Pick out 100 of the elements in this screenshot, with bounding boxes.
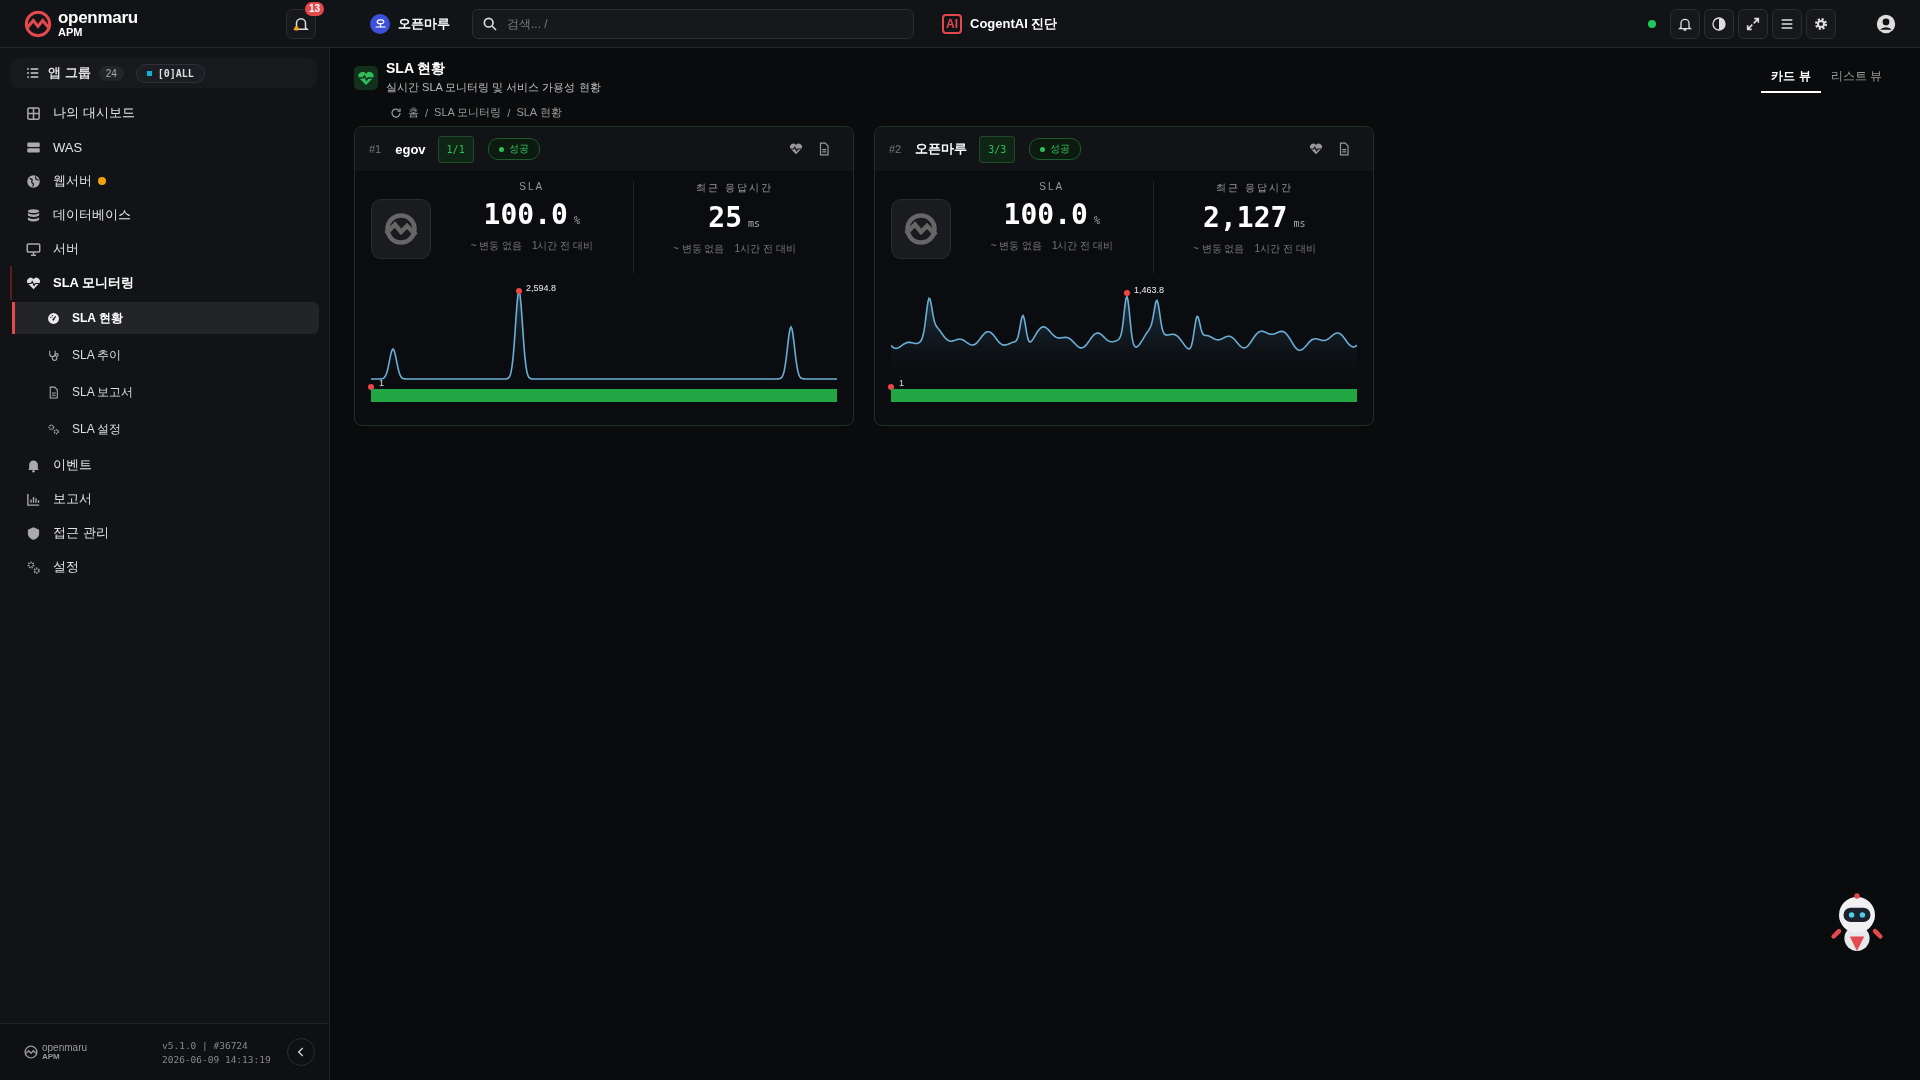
peak-marker bbox=[1124, 290, 1130, 296]
start-value: 1 bbox=[899, 378, 904, 388]
logo-name: openmaru bbox=[58, 9, 138, 26]
document-icon[interactable] bbox=[1337, 142, 1351, 156]
grid-icon bbox=[26, 105, 41, 121]
stat-compare: 1시간 전 대비 bbox=[1051, 239, 1113, 253]
breadcrumb-separator: / bbox=[425, 106, 429, 119]
breadcrumb-separator: / bbox=[507, 106, 511, 119]
app-group-count: 24 bbox=[98, 65, 124, 81]
stat-value: 100.0 bbox=[483, 198, 568, 231]
card-name: egov bbox=[395, 141, 426, 157]
workspace-avatar: 오 bbox=[370, 13, 390, 34]
logo-icon bbox=[24, 9, 52, 38]
card-name: 오픈마루 bbox=[915, 140, 968, 158]
footer-logo-name: openmaru bbox=[42, 1043, 88, 1053]
stat-change: ~ 변동 없음 bbox=[673, 242, 725, 256]
shield-icon bbox=[26, 525, 41, 541]
stat-value: 2,127 bbox=[1203, 201, 1288, 234]
page-title: SLA 현황 bbox=[386, 60, 447, 78]
document-icon[interactable] bbox=[817, 142, 831, 156]
stat-compare: 1시간 전 대비 bbox=[1254, 242, 1316, 256]
sidebar-subitem[interactable]: SLA 현황 bbox=[12, 302, 319, 334]
status-pill: 성공 bbox=[1029, 138, 1082, 160]
heart-monitor-icon bbox=[354, 65, 378, 90]
footer-logo-icon bbox=[24, 1045, 38, 1059]
breadcrumb-link[interactable]: SLA 현황 bbox=[516, 105, 562, 120]
stethoscope-icon bbox=[47, 348, 60, 362]
sidebar-subitem[interactable]: SLA 보고서 bbox=[12, 376, 319, 408]
view-tab[interactable]: 카드 뷰 bbox=[1761, 62, 1821, 93]
settings-icon bbox=[1813, 15, 1829, 32]
sidebar-item[interactable]: 설정 bbox=[10, 550, 319, 584]
stat-compare: 1시간 전 대비 bbox=[734, 242, 796, 256]
stat-value: 100.0 bbox=[1003, 198, 1088, 231]
menu-button[interactable] bbox=[1772, 8, 1802, 39]
document-icon bbox=[47, 385, 60, 399]
logo-subtitle: APM bbox=[58, 27, 84, 38]
app-group-label: 앱 그룹 bbox=[48, 64, 91, 82]
sidebar-item[interactable]: 데이터베이스 bbox=[10, 198, 319, 232]
heart-icon[interactable] bbox=[1309, 142, 1323, 156]
notifications-button[interactable] bbox=[1670, 8, 1700, 39]
workspace-name: 오픈마루 bbox=[398, 14, 450, 33]
sidebar-item[interactable]: 서버 bbox=[10, 232, 319, 266]
refresh-icon[interactable] bbox=[390, 106, 402, 119]
stat-label: SLA bbox=[1039, 181, 1065, 192]
build-timestamp: 2026-06-09 14:13:19 bbox=[162, 1053, 271, 1065]
sidebar-item[interactable]: WAS bbox=[10, 130, 319, 164]
app-logo bbox=[371, 199, 431, 259]
stat-label: 최근 응답시간 bbox=[1215, 181, 1293, 195]
peak-value: 1,463.8 bbox=[1134, 285, 1165, 295]
status-pill: 성공 bbox=[487, 138, 540, 160]
stat-unit: % bbox=[1093, 215, 1100, 226]
peak-marker bbox=[516, 288, 522, 294]
gears-icon bbox=[26, 559, 41, 575]
instance-count: 3/3 bbox=[979, 135, 1016, 163]
instance-count: 1/1 bbox=[437, 135, 474, 163]
gauge-icon bbox=[47, 311, 60, 325]
version-text: v5.1.0 | #36724 bbox=[162, 1039, 249, 1051]
contrast-icon bbox=[1711, 15, 1727, 32]
stat-change: ~ 변동 없음 bbox=[1193, 242, 1245, 256]
heart-pulse-icon bbox=[26, 275, 41, 291]
stat-change: ~ 변동 없음 bbox=[990, 239, 1042, 253]
theme-button[interactable] bbox=[1704, 8, 1734, 39]
sidebar-item[interactable]: SLA 모니터링 bbox=[10, 266, 319, 300]
search-field[interactable]: 검색... / bbox=[472, 8, 914, 39]
view-tab[interactable]: 리스트 뷰 bbox=[1820, 62, 1892, 93]
list-icon bbox=[26, 66, 40, 80]
app-group-filter[interactable]: [0]ALL bbox=[135, 63, 205, 83]
peak-value: 2,594.8 bbox=[526, 283, 557, 293]
stat-compare: 1시간 전 대비 bbox=[531, 239, 593, 253]
stat-unit: ms bbox=[748, 218, 761, 229]
bar-chart-icon bbox=[26, 491, 41, 507]
ai-badge: AI bbox=[942, 13, 962, 34]
sidebar-item[interactable]: 보고서 bbox=[10, 482, 319, 516]
sidebar-item[interactable]: 이벤트 bbox=[10, 448, 319, 482]
search-icon bbox=[482, 15, 498, 32]
sidebar-item[interactable]: 웹서버 bbox=[10, 164, 319, 198]
sidebar-subitem[interactable]: SLA 추이 bbox=[12, 339, 319, 371]
stat-value: 25 bbox=[708, 201, 743, 234]
sidebar-subitem[interactable]: SLA 설정 bbox=[12, 413, 319, 445]
sidebar-item[interactable]: 나의 대시보드 bbox=[10, 96, 319, 130]
breadcrumb-link[interactable]: 홈 bbox=[408, 105, 419, 120]
stat-change: ~ 변동 없음 bbox=[470, 239, 522, 253]
fullscreen-button[interactable] bbox=[1738, 8, 1768, 39]
stat-label: SLA bbox=[519, 181, 545, 192]
sidebar-item[interactable]: 접근 관리 bbox=[10, 516, 319, 550]
ai-diagnosis-button[interactable]: AI CogentAI 진단 bbox=[942, 13, 1058, 34]
ai-label: CogentAI 진단 bbox=[970, 14, 1058, 33]
globe-icon bbox=[26, 173, 41, 189]
stat-unit: ms bbox=[1293, 218, 1306, 229]
stat-unit: % bbox=[573, 215, 580, 226]
notification-badge: 13 bbox=[304, 1, 324, 16]
workspace-selector[interactable]: 오 오픈마루 bbox=[370, 13, 450, 34]
page-subtitle: 실시간 SLA 모니터링 및 서비스 가용성 현황 bbox=[386, 80, 601, 95]
monitor-icon bbox=[26, 241, 41, 257]
heart-icon[interactable] bbox=[789, 142, 803, 156]
breadcrumb-link[interactable]: SLA 모니터링 bbox=[434, 105, 502, 120]
user-avatar-icon[interactable] bbox=[1876, 13, 1896, 34]
start-value: 1 bbox=[379, 378, 384, 388]
settings-button[interactable] bbox=[1806, 8, 1836, 39]
app-logo bbox=[891, 199, 951, 259]
